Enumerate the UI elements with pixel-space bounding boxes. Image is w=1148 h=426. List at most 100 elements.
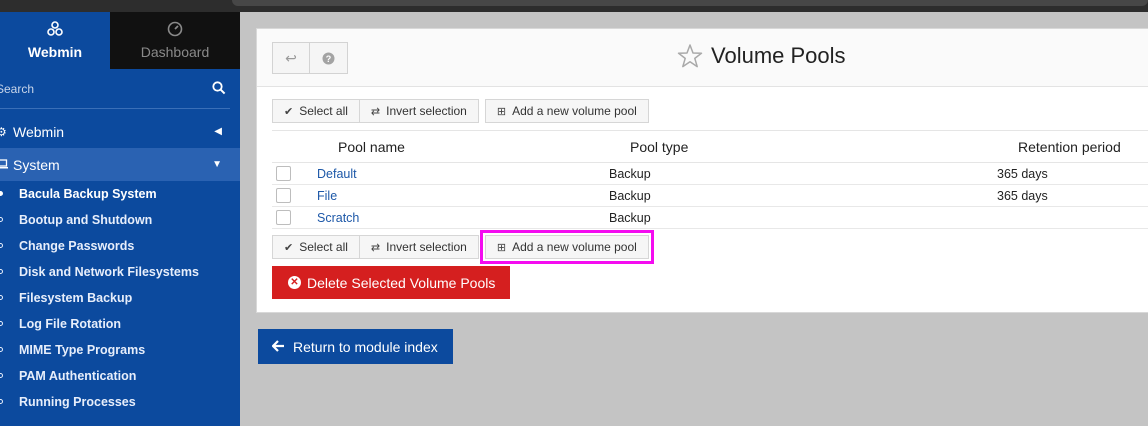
bullet-icon [0,191,3,196]
select-all-label: Select all [299,104,348,118]
sidebar-item-system[interactable]: System ▼ [0,148,240,181]
tab-dashboard-label: Dashboard [140,44,210,60]
return-to-module-label: Return to module index [293,338,438,355]
invert-selection-button[interactable]: ⇄ Invert selection [359,99,479,123]
star-icon[interactable] [677,43,703,69]
bullet-icon [0,217,3,222]
sidebar-submenu: Bacula Backup System Bootup and Shutdown… [0,181,240,415]
browser-tab-strip [232,0,1148,6]
help-icon[interactable]: ? [310,42,348,74]
delete-selected-button[interactable]: ✕ Delete Selected Volume Pools [272,266,510,299]
invert-icon: ⇄ [370,241,381,254]
invert-selection-button[interactable]: ⇄ Invert selection [359,235,479,259]
sidebar-subitem-bootup[interactable]: Bootup and Shutdown [0,207,240,233]
add-volume-pool-label: Add a new volume pool [512,104,637,118]
sidebar-item-label: System [13,156,60,173]
row-checkbox[interactable] [276,166,291,181]
retention-period: 365 days [997,167,1048,181]
sidebar-subitem-label: Change Passwords [19,239,135,253]
tab-webmin-label: Webmin [27,44,83,60]
table-row: File Backup 365 days [272,185,1148,207]
bullet-icon [0,347,3,352]
bullet-icon [0,399,3,404]
laptop-icon [0,158,9,172]
pool-name-link[interactable]: File [317,189,337,203]
sidebar-subitem-pam[interactable]: PAM Authentication [0,363,240,389]
sidebar-subitem-logrotate[interactable]: Log File Rotation [0,311,240,337]
pool-name-link[interactable]: Default [317,167,357,181]
close-circle-icon: ✕ [288,276,301,289]
pool-name-link[interactable]: Scratch [317,211,359,225]
table-row: Default Backup 365 days [272,163,1148,185]
row-checkbox[interactable] [276,210,291,225]
bullet-icon [0,321,3,326]
tab-webmin[interactable]: Webmin [0,12,110,69]
select-all-button[interactable]: ✔ Select all [272,99,360,123]
sidebar-subitem-label: Disk and Network Filesystems [19,265,199,279]
sidebar-subitem-mime[interactable]: MIME Type Programs [0,337,240,363]
search-input[interactable] [0,82,196,96]
row-checkbox[interactable] [276,188,291,203]
check-icon: ✔ [284,241,294,254]
chevron-down-icon: ▼ [212,159,222,170]
invert-selection-label: Invert selection [386,104,467,118]
sidebar-tabs: Webmin Dashboard [0,12,240,69]
main-panel: ↩ ? Volume Pools ✔ Select all ⇄ Invert sel… [256,28,1148,313]
sidebar-search [0,69,230,109]
pool-type: Backup [609,167,651,181]
search-icon[interactable] [212,81,226,95]
sidebar-subitem-fs-backup[interactable]: Filesystem Backup [0,285,240,311]
browser-top-strip [0,0,1148,12]
sidebar-subitem-label: Log File Rotation [19,317,122,331]
sidebar-item-label: Webmin [13,123,65,140]
table-row: Scratch Backup [272,207,1148,229]
return-arrow-icon[interactable]: ↩ [272,42,310,74]
sidebar-subitem-processes[interactable]: Running Processes [0,389,240,415]
sidebar: Webmin Dashboard ⚙ Webmin ◀ System ▼ Bac… [0,12,240,426]
panel-header: ↩ ? Volume Pools [257,29,1148,87]
add-volume-pool-button-highlighted[interactable]: ⊞ Add a new volume pool [479,230,654,264]
invert-icon: ⇄ [370,105,381,118]
sidebar-subitem-label: Bootup and Shutdown [19,213,153,227]
header-pool-name: Pool name [338,139,405,155]
top-toolbar: ✔ Select all ⇄ Invert selection ⊞ Add a new… [272,99,649,123]
add-volume-pool-label: Add a new volume pool [512,240,637,254]
page-title: Volume Pools [677,43,846,69]
add-volume-pool-button[interactable]: ⊞ Add a new volume pool [484,99,649,123]
sidebar-subitem-passwords[interactable]: Change Passwords [0,233,240,259]
retention-period: 365 days [997,189,1048,203]
webmin-logo-icon [47,21,63,41]
header-retention-period: Retention period [1018,139,1121,155]
sidebar-subitem-bacula[interactable]: Bacula Backup System [0,181,240,207]
sidebar-item-webmin[interactable]: ⚙ Webmin ◀ [0,115,240,148]
invert-selection-label: Invert selection [386,240,467,254]
return-to-module-button[interactable]: Return to module index [258,329,453,364]
bullet-icon [0,295,3,300]
header-pool-type: Pool type [630,139,689,155]
arrow-left-icon [271,339,285,355]
tab-dashboard[interactable]: Dashboard [110,12,240,69]
plus-square-icon: ⊞ [496,105,507,118]
bullet-icon [0,373,3,378]
sidebar-subitem-label: MIME Type Programs [19,343,146,357]
select-all-label: Select all [299,240,348,254]
bottom-toolbar: ✔ Select all ⇄ Invert selection ⊞ Add a new… [272,230,654,264]
bullet-icon [0,269,3,274]
table-header: Pool name Pool type Retention period [272,130,1148,163]
sidebar-subitem-label: Running Processes [19,395,136,409]
gear-icon: ⚙ [0,124,7,139]
sidebar-subitem-label: Filesystem Backup [19,291,133,305]
volume-pools-table: Pool name Pool type Retention period Def… [272,130,1148,229]
header-buttons: ↩ ? [272,42,348,74]
plus-square-icon: ⊞ [496,241,507,254]
svg-text:?: ? [326,54,332,64]
delete-selected-label: Delete Selected Volume Pools [307,274,496,291]
check-icon: ✔ [284,105,294,118]
sidebar-subitem-filesystems[interactable]: Disk and Network Filesystems [0,259,240,285]
select-all-button[interactable]: ✔ Select all [272,235,360,259]
page-title-text: Volume Pools [711,43,846,68]
pool-type: Backup [609,189,651,203]
pool-type: Backup [609,211,651,225]
sidebar-subitem-label: Bacula Backup System [19,187,157,201]
dashboard-gauge-icon [167,21,183,41]
